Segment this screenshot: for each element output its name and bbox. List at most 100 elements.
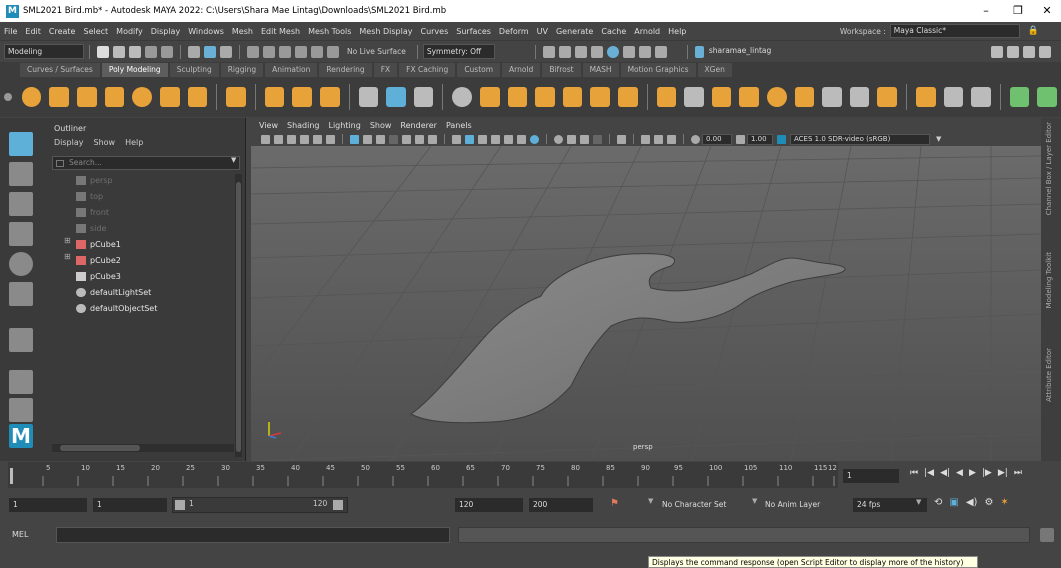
shelf-menu-icon[interactable] — [4, 93, 12, 101]
merge-icon[interactable] — [684, 87, 704, 107]
viewport-menu-renderer[interactable]: Renderer — [400, 121, 437, 130]
animation-preferences-icon[interactable]: ⚙ — [984, 497, 993, 508]
smooth-icon[interactable] — [507, 87, 528, 107]
script-editor-icon[interactable] — [1040, 528, 1054, 542]
shelf-tab-motion-graphics[interactable]: Motion Graphics — [620, 63, 696, 77]
image-plane-icon[interactable] — [300, 134, 309, 144]
go-to-end-icon[interactable]: ⏭ — [1014, 468, 1022, 478]
shelf-tab-sculpting[interactable]: Sculpting — [169, 63, 219, 77]
menu-mesh-display[interactable]: Mesh Display — [359, 27, 412, 36]
outliner-menu-help[interactable]: Help — [125, 138, 143, 147]
outliner-item-pcube3[interactable]: pCube3 — [76, 270, 121, 282]
attribute-editor-tab[interactable]: Attribute Editor — [1045, 348, 1053, 402]
uv-editor-icon[interactable] — [386, 87, 406, 107]
insert-edge-loop-icon[interactable] — [822, 87, 842, 107]
shelf-tab-rendering[interactable]: Rendering — [319, 63, 372, 77]
color-management-icon[interactable] — [777, 134, 786, 144]
svg-tool-icon[interactable] — [319, 87, 340, 107]
save-scene-icon[interactable] — [129, 45, 141, 58]
redo-icon[interactable] — [161, 45, 173, 58]
viewport-menu-show[interactable]: Show — [370, 121, 392, 130]
outliner-item-front[interactable]: front — [76, 206, 109, 218]
single-perspective-layout-icon[interactable] — [9, 370, 33, 394]
arnold-ipr-icon[interactable] — [638, 45, 651, 58]
render-view-icon[interactable] — [542, 45, 555, 58]
range-bar[interactable]: 1 120 — [172, 497, 348, 513]
bridge-icon[interactable] — [617, 87, 638, 107]
minimize-button[interactable]: – — [970, 0, 1002, 22]
end-time-field[interactable]: 200 — [528, 497, 594, 513]
anim-layer-dropdown[interactable]: No Anim Layer — [760, 497, 842, 513]
sculpt-icon[interactable] — [358, 87, 379, 107]
mirror-icon[interactable] — [562, 87, 583, 107]
modeling-toolkit-toggle-icon[interactable] — [991, 45, 1003, 58]
snap-curve-icon[interactable] — [263, 45, 275, 58]
command-input[interactable] — [56, 527, 450, 543]
shelf-tab-fx-caching[interactable]: FX Caching — [399, 63, 456, 77]
perspective-viewport[interactable]: View Shading Lighting Show Renderer Pane… — [251, 118, 1041, 461]
timeline-track[interactable]: 5 10 15 20 25 30 35 40 45 50 55 60 65 70… — [8, 462, 838, 488]
boolean-icon[interactable] — [535, 87, 555, 107]
rotate-tool-icon[interactable] — [9, 252, 33, 276]
hypershade-icon[interactable] — [606, 45, 619, 58]
live-surface-label[interactable]: No Live Surface — [347, 47, 406, 56]
default-material-icon[interactable] — [478, 134, 487, 144]
auto-key-icon[interactable]: ⚑ — [610, 498, 619, 509]
grid-icon[interactable] — [350, 134, 359, 144]
close-button[interactable]: ✕ — [1031, 0, 1061, 22]
current-frame-field[interactable]: 1 — [842, 468, 900, 484]
mel-label[interactable]: MEL — [12, 530, 28, 539]
character-set-chevron-icon[interactable]: ▼ — [648, 497, 653, 505]
channel-box-toggle-icon[interactable] — [1039, 45, 1051, 58]
type-tool-icon[interactable] — [292, 87, 312, 107]
shelf-tab-curves-surfaces[interactable]: Curves / Surfaces — [20, 63, 100, 77]
gate-mask-icon[interactable] — [389, 134, 398, 144]
start-time-field[interactable]: 1 — [8, 497, 88, 513]
super-shape-icon[interactable] — [264, 87, 285, 107]
view-transform-dropdown[interactable]: ACES 1.0 SDR-video (sRGB) — [790, 133, 930, 145]
offset-edge-loop-icon[interactable] — [849, 87, 870, 107]
menu-mesh-tools[interactable]: Mesh Tools — [308, 27, 351, 36]
render-settings-icon[interactable] — [590, 45, 603, 58]
snap-surface-icon[interactable] — [311, 45, 323, 58]
extract-icon[interactable] — [1037, 87, 1058, 107]
bevel-icon[interactable] — [656, 87, 677, 107]
outliner-item-persp[interactable]: persp — [76, 174, 113, 186]
shelf-tab-fx[interactable]: FX — [373, 63, 398, 77]
menu-edit[interactable]: Edit — [25, 27, 41, 36]
shelf-tab-custom[interactable]: Custom — [457, 63, 501, 77]
menu-display[interactable]: Display — [151, 27, 181, 36]
outliner-vertical-scrollbar[interactable] — [235, 174, 242, 457]
last-tool-icon[interactable] — [9, 328, 33, 352]
animation-start-field[interactable]: 1 — [92, 497, 168, 513]
symmetry-dropdown[interactable]: Symmetry: Off — [422, 44, 495, 59]
separate-icon[interactable] — [479, 87, 500, 107]
attribute-editor-toggle-icon[interactable] — [1007, 45, 1019, 58]
user-account-dropdown[interactable]: sharamae_lintag — [706, 44, 776, 59]
search-options-chevron-icon[interactable]: ▼ — [231, 156, 236, 164]
play-backwards-icon[interactable]: ◀ — [956, 468, 963, 478]
ambient-occlusion-icon[interactable] — [554, 134, 563, 144]
menu-arnold[interactable]: Arnold — [634, 27, 660, 36]
outliner-search-input[interactable]: Search... — [52, 156, 240, 170]
move-tool-icon[interactable] — [9, 222, 33, 246]
pause-icon[interactable] — [654, 45, 667, 58]
select-hierarchy-icon[interactable] — [188, 45, 200, 58]
exposure-field[interactable]: 0.00 — [702, 133, 732, 145]
select-component-icon[interactable] — [220, 45, 232, 58]
xray-active-icon[interactable] — [654, 134, 663, 144]
quad-draw-icon[interactable] — [877, 87, 898, 107]
four-view-layout-icon[interactable] — [9, 398, 33, 422]
depth-of-field-icon[interactable] — [593, 134, 602, 144]
ipr-render-icon[interactable] — [574, 45, 587, 58]
textured-icon[interactable] — [491, 134, 500, 144]
camera-attributes-icon[interactable] — [274, 134, 283, 144]
select-camera-icon[interactable] — [261, 134, 270, 144]
open-scene-icon[interactable] — [113, 45, 125, 58]
outliner-menu-display[interactable]: Display — [54, 138, 84, 147]
outliner-item-pcube1[interactable]: pCube1 — [76, 238, 121, 250]
platonic-solid-icon[interactable] — [226, 87, 246, 107]
scale-tool-icon[interactable] — [9, 282, 33, 306]
channel-box-tab[interactable]: Channel Box / Layer Editor — [1045, 122, 1053, 215]
viewport-menu-view[interactable]: View — [259, 121, 278, 130]
